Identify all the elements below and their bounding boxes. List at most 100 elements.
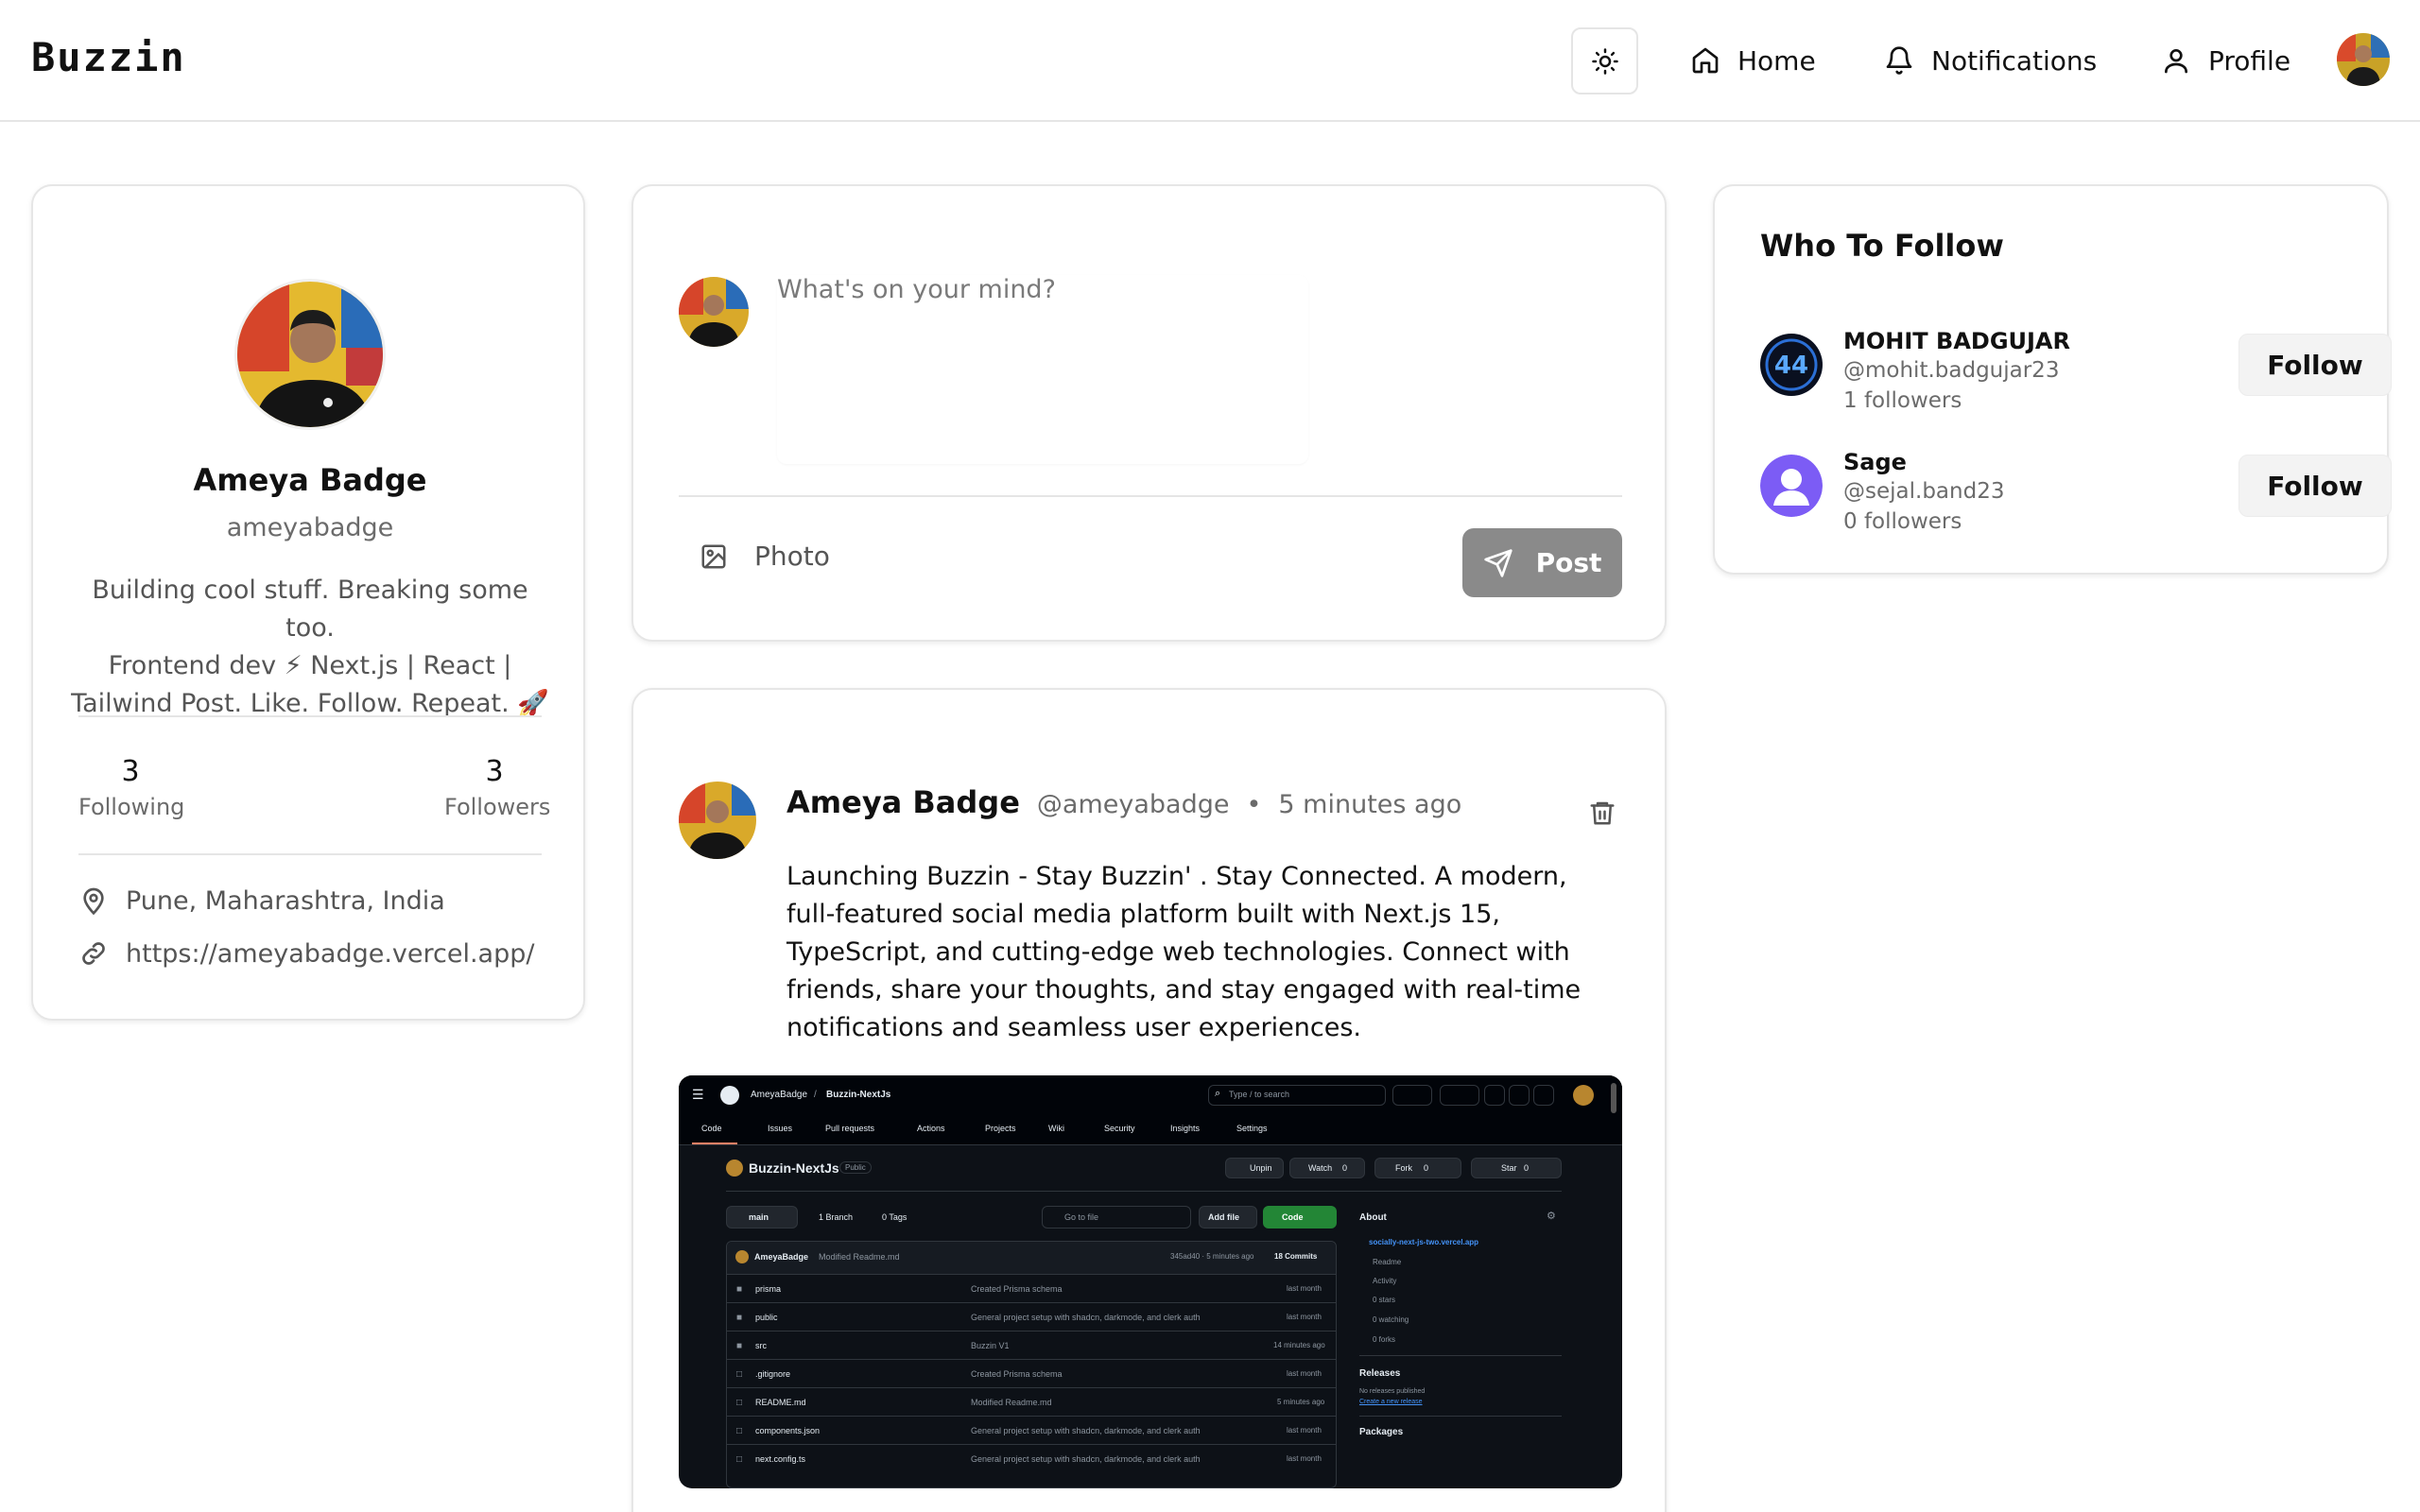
bell-icon xyxy=(1886,46,1912,75)
gh-file-name: next.config.ts xyxy=(755,1454,806,1464)
home-icon xyxy=(1692,47,1719,74)
delete-post-button[interactable] xyxy=(1585,796,1619,830)
svg-text:44: 44 xyxy=(1774,352,1808,380)
post-image[interactable]: ☰ AmeyaBadge / Buzzin-NextJs ⌕ Type / to… xyxy=(679,1075,1622,1488)
brand-logo[interactable]: Buzzin xyxy=(31,34,186,80)
profile-bio-line: Frontend dev ⚡ Next.js | React | xyxy=(108,651,512,680)
gh-file-name: public xyxy=(755,1313,778,1322)
gh-about-item: Readme xyxy=(1373,1258,1402,1266)
gh-file-row: □ next.config.ts General project setup w… xyxy=(727,1444,1336,1472)
profile-bio-line: Building cool stuff. Breaking some too. xyxy=(92,576,528,643)
gh-tab: Settings xyxy=(1236,1124,1268,1133)
gh-file-msg: General project setup with shadcn, darkm… xyxy=(971,1426,1201,1435)
gh-tab: Issues xyxy=(768,1124,793,1133)
gh-releases-none: No releases published xyxy=(1359,1388,1426,1395)
theme-toggle-button[interactable] xyxy=(1571,27,1638,94)
gh-file-msg: Buzzin V1 xyxy=(971,1341,1010,1350)
gh-copilot-button xyxy=(1392,1085,1432,1106)
gh-tab-indicator xyxy=(692,1143,737,1144)
gh-file-msg: General project setup with shadcn, darkm… xyxy=(971,1313,1201,1322)
gh-add-file-label: Add file xyxy=(1208,1212,1239,1222)
gh-file-row: ■ public General project setup with shad… xyxy=(727,1302,1336,1331)
gh-topbar xyxy=(679,1075,1622,1113)
post-card: Ameya Badge @ameyabadge • 5 minutes ago … xyxy=(631,688,1667,1512)
gh-star-count: 0 xyxy=(1524,1163,1530,1173)
gh-create-button xyxy=(1440,1085,1479,1106)
post-author-avatar[interactable] xyxy=(679,782,756,859)
file-icon: □ xyxy=(736,1398,743,1408)
post-timestamp: 5 minutes ago xyxy=(1278,790,1462,819)
gh-file-time: 14 minutes ago xyxy=(1273,1341,1325,1349)
gh-file-time: 5 minutes ago xyxy=(1277,1398,1325,1406)
gh-fork-label: Fork xyxy=(1395,1163,1412,1173)
gh-commit-message: Modified Readme.md xyxy=(819,1252,900,1262)
gh-about-item: Activity xyxy=(1373,1277,1397,1285)
gh-file-msg: Created Prisma schema xyxy=(971,1284,1063,1294)
compose-textarea[interactable] xyxy=(777,275,1306,464)
nav-profile-link[interactable]: Profile xyxy=(2161,38,2290,83)
profile-card: Ameya Badge ameyabadge Building cool stu… xyxy=(31,184,585,1021)
profile-website[interactable]: https://ameyabadge.vercel.app/ xyxy=(78,938,534,969)
follow-button[interactable]: Follow xyxy=(2238,334,2392,396)
gh-repo-title: Buzzin-NextJs xyxy=(749,1160,839,1176)
gh-commit-avatar xyxy=(735,1250,749,1263)
gh-scrollbar xyxy=(1611,1083,1616,1113)
gh-releases-link: Create a new release xyxy=(1359,1399,1423,1405)
gh-tags-count: 0 Tags xyxy=(882,1212,908,1222)
trash-icon xyxy=(1590,801,1615,825)
gh-packages-title: Packages xyxy=(1359,1427,1404,1437)
gh-tab: Insights xyxy=(1170,1124,1201,1133)
folder-icon: ■ xyxy=(736,1313,743,1323)
followers-stat[interactable]: 3 Followers xyxy=(444,753,551,823)
follow-button[interactable]: Follow xyxy=(2238,455,2392,517)
gh-owner: AmeyaBadge xyxy=(751,1090,808,1100)
gh-file-name: src xyxy=(755,1341,767,1350)
gh-unpin-label: Unpin xyxy=(1250,1163,1272,1173)
suggested-user-avatar[interactable]: 44 xyxy=(1760,334,1823,396)
gh-goto-file-placeholder: Go to file xyxy=(1064,1212,1099,1222)
post-body: Launching Buzzin - Stay Buzzin' . Stay C… xyxy=(786,862,1582,1042)
gh-watch-count: 0 xyxy=(1342,1163,1348,1173)
post-author-name[interactable]: Ameya Badge xyxy=(786,784,1020,820)
gh-tabbar xyxy=(679,1113,1622,1145)
gh-tab: Security xyxy=(1104,1124,1135,1133)
post-button-label: Post xyxy=(1535,547,1602,578)
following-stat[interactable]: 3 Following xyxy=(78,753,184,823)
image-icon xyxy=(701,544,726,568)
github-logo-icon xyxy=(720,1086,739,1105)
gh-file-name: components.json xyxy=(755,1426,821,1435)
profile-website-link[interactable]: https://ameyabadge.vercel.app/ xyxy=(126,939,534,969)
gh-separator xyxy=(1359,1355,1562,1356)
gh-pr-icon xyxy=(1509,1085,1530,1106)
send-icon xyxy=(1483,548,1512,577)
suggested-user-name[interactable]: MOHIT BADGUJAR xyxy=(1843,328,2070,354)
profile-divider xyxy=(78,715,542,717)
gh-commit-count: 18 Commits xyxy=(1274,1252,1318,1261)
file-icon: □ xyxy=(736,1369,743,1380)
gh-repo-avatar xyxy=(726,1160,743,1177)
user-avatar[interactable] xyxy=(2337,33,2390,86)
suggested-user-handle: @mohit.badgujar23 xyxy=(1843,358,2060,383)
add-photo-button[interactable]: Photo xyxy=(700,541,830,572)
folder-icon: ■ xyxy=(736,1284,743,1295)
gh-file-time: last month xyxy=(1287,1426,1322,1435)
post-separator: • xyxy=(1246,790,1262,819)
nav-home-link[interactable]: Home xyxy=(1690,38,1816,83)
suggested-user-followers: 1 followers xyxy=(1843,388,1962,413)
post-button[interactable]: Post xyxy=(1462,528,1622,597)
gh-code-label: Code xyxy=(1282,1212,1304,1222)
user-icon xyxy=(2165,49,2187,74)
gh-branch-label: main xyxy=(749,1212,769,1222)
compose-avatar xyxy=(679,277,749,347)
suggested-user-name[interactable]: Sage xyxy=(1843,449,1907,475)
gh-file-row: ■ src Buzzin V1 14 minutes ago xyxy=(727,1331,1336,1359)
post-author-handle[interactable]: @ameyabadge xyxy=(1037,790,1230,819)
gh-file-name: prisma xyxy=(755,1284,782,1294)
profile-location-text: Pune, Maharashtra, India xyxy=(126,885,445,916)
suggested-user-avatar[interactable] xyxy=(1760,455,1823,517)
post-header: Ameya Badge @ameyabadge • 5 minutes ago xyxy=(786,784,1461,820)
gh-path-slash: / xyxy=(814,1090,817,1100)
gh-about-link: socially-next-js-two.vercel.app xyxy=(1369,1238,1479,1246)
nav-notifications-link[interactable]: Notifications xyxy=(1884,38,2097,83)
followers-label: Followers xyxy=(444,794,551,820)
